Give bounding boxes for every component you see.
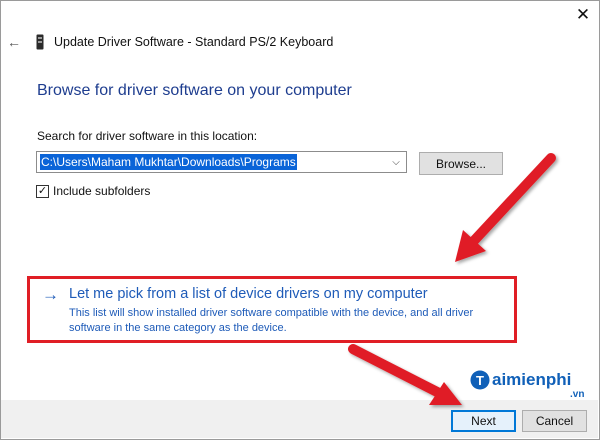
back-arrow-icon: ← — [7, 34, 21, 50]
watermark-brand: aimienphi — [492, 370, 572, 389]
location-label: Search for driver software in this locat… — [37, 129, 258, 143]
watermark-badge-icon: T — [470, 370, 490, 390]
chevron-down-icon[interactable]: ⌵ — [389, 153, 403, 171]
back-button[interactable]: ← — [6, 32, 22, 52]
title-bar: ← Update Driver Software - Standard PS/2… — [0, 28, 598, 58]
path-combobox[interactable]: C:\Users\Maham Mukhtar\Downloads\Program… — [36, 151, 407, 173]
path-input-value[interactable]: C:\Users\Maham Mukhtar\Downloads\Program… — [40, 154, 297, 170]
watermark-suffix: .vn — [570, 389, 585, 400]
close-icon: ✕ — [575, 5, 591, 24]
include-subfolders-checkbox[interactable]: ✓ — [36, 185, 49, 198]
keyboard-device-icon — [36, 34, 44, 50]
browse-button[interactable]: Browse... — [419, 152, 503, 175]
include-subfolders-label: Include subfolders — [53, 184, 151, 198]
window-title: Update Driver Software - Standard PS/2 K… — [54, 35, 334, 49]
pick-from-list-description: This list will show installed driver sof… — [69, 307, 474, 334]
close-button[interactable]: ✕ — [568, 2, 598, 28]
pick-from-list-title[interactable]: Let me pick from a list of device driver… — [69, 286, 428, 302]
watermark-logo: T aimienphi .vn — [470, 368, 594, 402]
right-arrow-icon: → — [42, 285, 59, 304]
cancel-button[interactable]: Cancel — [522, 410, 587, 432]
next-button[interactable]: Next — [451, 410, 516, 432]
watermark-letter: T — [476, 373, 484, 388]
page-heading: Browse for driver software on your compu… — [37, 82, 352, 99]
